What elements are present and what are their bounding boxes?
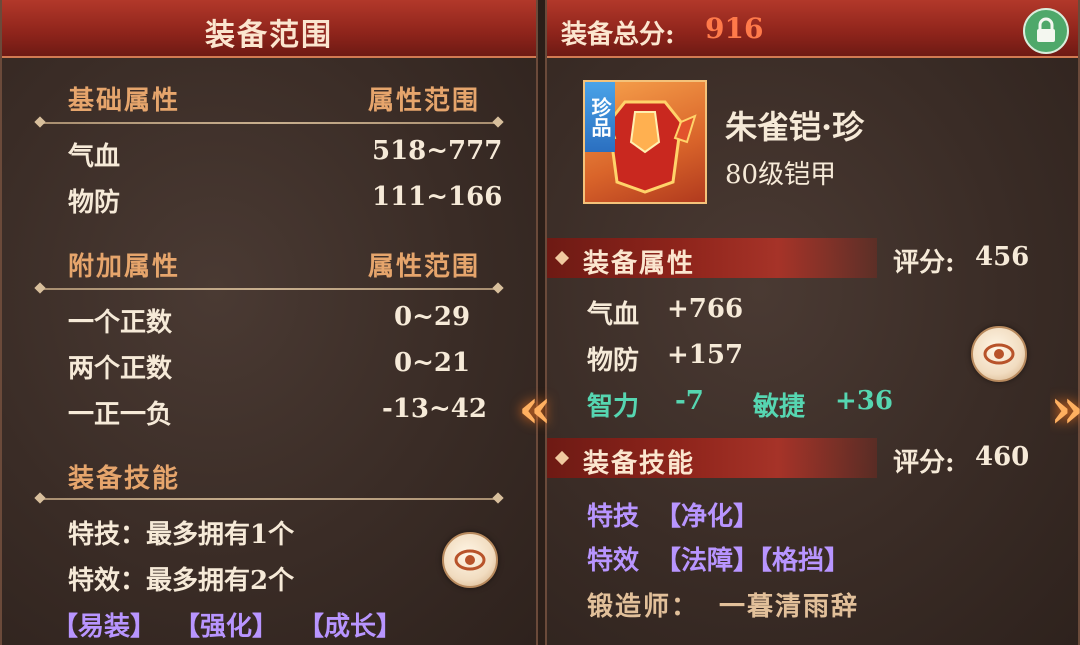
attr-range: 0~29 xyxy=(394,302,471,332)
basic-range-header: 属性范围 xyxy=(368,86,481,116)
skill-rule-effect: 特效：最多拥有2个 xyxy=(68,566,295,596)
attr-name: 物防 xyxy=(587,346,640,376)
tag-link[interactable]: 【强化】 xyxy=(174,606,278,643)
skill-section-title: 装备技能 xyxy=(583,449,696,479)
extra-attr-header: 附加属性 xyxy=(68,252,181,282)
skill-score-value: 460 xyxy=(975,442,1030,472)
total-score-value: 916 xyxy=(705,12,764,45)
bonus-attr-name: 智力 xyxy=(587,392,640,422)
attr-section-ribbon: 装备属性 xyxy=(547,238,877,279)
lock-icon[interactable] xyxy=(1023,8,1069,54)
tag-link[interactable]: 【成长】 xyxy=(298,606,402,643)
total-score-label: 装备总分: xyxy=(561,20,675,50)
attr-name: 物防 xyxy=(68,188,121,218)
stunt-label: 特技 xyxy=(587,502,640,532)
eye-icon[interactable] xyxy=(442,532,498,588)
smith-name: 一暮清雨辞 xyxy=(719,592,860,622)
skill-score-label: 评分: xyxy=(893,448,955,478)
attr-range: 0~21 xyxy=(394,348,471,378)
smith-label: 锻造师： xyxy=(587,592,700,622)
attr-name: 气血 xyxy=(68,142,121,172)
diamond-icon xyxy=(554,250,570,266)
stunt-link[interactable]: 【净化】 xyxy=(655,496,759,533)
effect-label: 特效 xyxy=(587,546,640,576)
lock-icon-graphic xyxy=(1037,17,1055,42)
skill-rule-stunt: 特技：最多拥有1个 xyxy=(68,520,295,550)
attr-name: 一个正数 xyxy=(68,308,173,338)
attr-score-value: 456 xyxy=(975,242,1030,272)
effect-link[interactable]: 【法障】【格挡】 xyxy=(655,540,850,577)
item-icon[interactable]: 珍品 xyxy=(583,80,707,204)
eye-icon-graphic xyxy=(983,343,1015,365)
basic-attr-header: 基础属性 xyxy=(68,86,181,116)
divider xyxy=(40,122,498,124)
tag-link[interactable]: 【易装】 xyxy=(52,606,156,643)
bonus-attr-value: +36 xyxy=(835,386,893,416)
equipment-range-panel: 装备范围 基础属性 属性范围 气血 518~777 物防 111~166 附加属… xyxy=(0,0,538,645)
skills-header: 装备技能 xyxy=(68,464,181,494)
item-subtitle: 80级铠甲 xyxy=(725,160,837,190)
bonus-attr-name: 敏捷 xyxy=(753,392,806,422)
detail-header: 装备总分: 916 xyxy=(547,0,1078,58)
eye-icon[interactable] xyxy=(971,326,1027,382)
item-name: 朱雀铠·珍 xyxy=(725,108,865,146)
panel-title: 装备范围 xyxy=(205,18,333,53)
attr-value: +157 xyxy=(667,340,744,370)
attr-range: 111~166 xyxy=(372,182,503,212)
diamond-icon xyxy=(554,450,570,466)
panel-header: 装备范围 xyxy=(2,0,536,58)
attr-score-label: 评分: xyxy=(893,248,955,278)
attr-section-title: 装备属性 xyxy=(583,249,696,279)
attr-range: 518~777 xyxy=(372,136,503,166)
eye-icon-graphic xyxy=(454,549,486,571)
divider xyxy=(40,288,498,290)
attr-name: 气血 xyxy=(587,300,640,330)
attr-name: 两个正数 xyxy=(68,354,173,384)
attr-value: +766 xyxy=(667,294,744,324)
rarity-badge: 珍品 xyxy=(585,82,615,152)
extra-range-header: 属性范围 xyxy=(368,252,481,282)
equipment-detail-panel: 装备总分: 916 珍品 朱雀铠·珍 80级铠甲 装备属性 评分: 456 气血… xyxy=(545,0,1080,645)
attr-name: 一正一负 xyxy=(68,400,173,430)
divider xyxy=(40,498,498,500)
next-arrow-icon[interactable]: » xyxy=(1050,378,1080,438)
prev-arrow-icon[interactable]: « xyxy=(505,378,565,438)
skill-section-ribbon: 装备技能 xyxy=(547,438,877,479)
attr-range: -13~42 xyxy=(382,394,487,424)
bonus-attr-value: -7 xyxy=(675,386,704,416)
